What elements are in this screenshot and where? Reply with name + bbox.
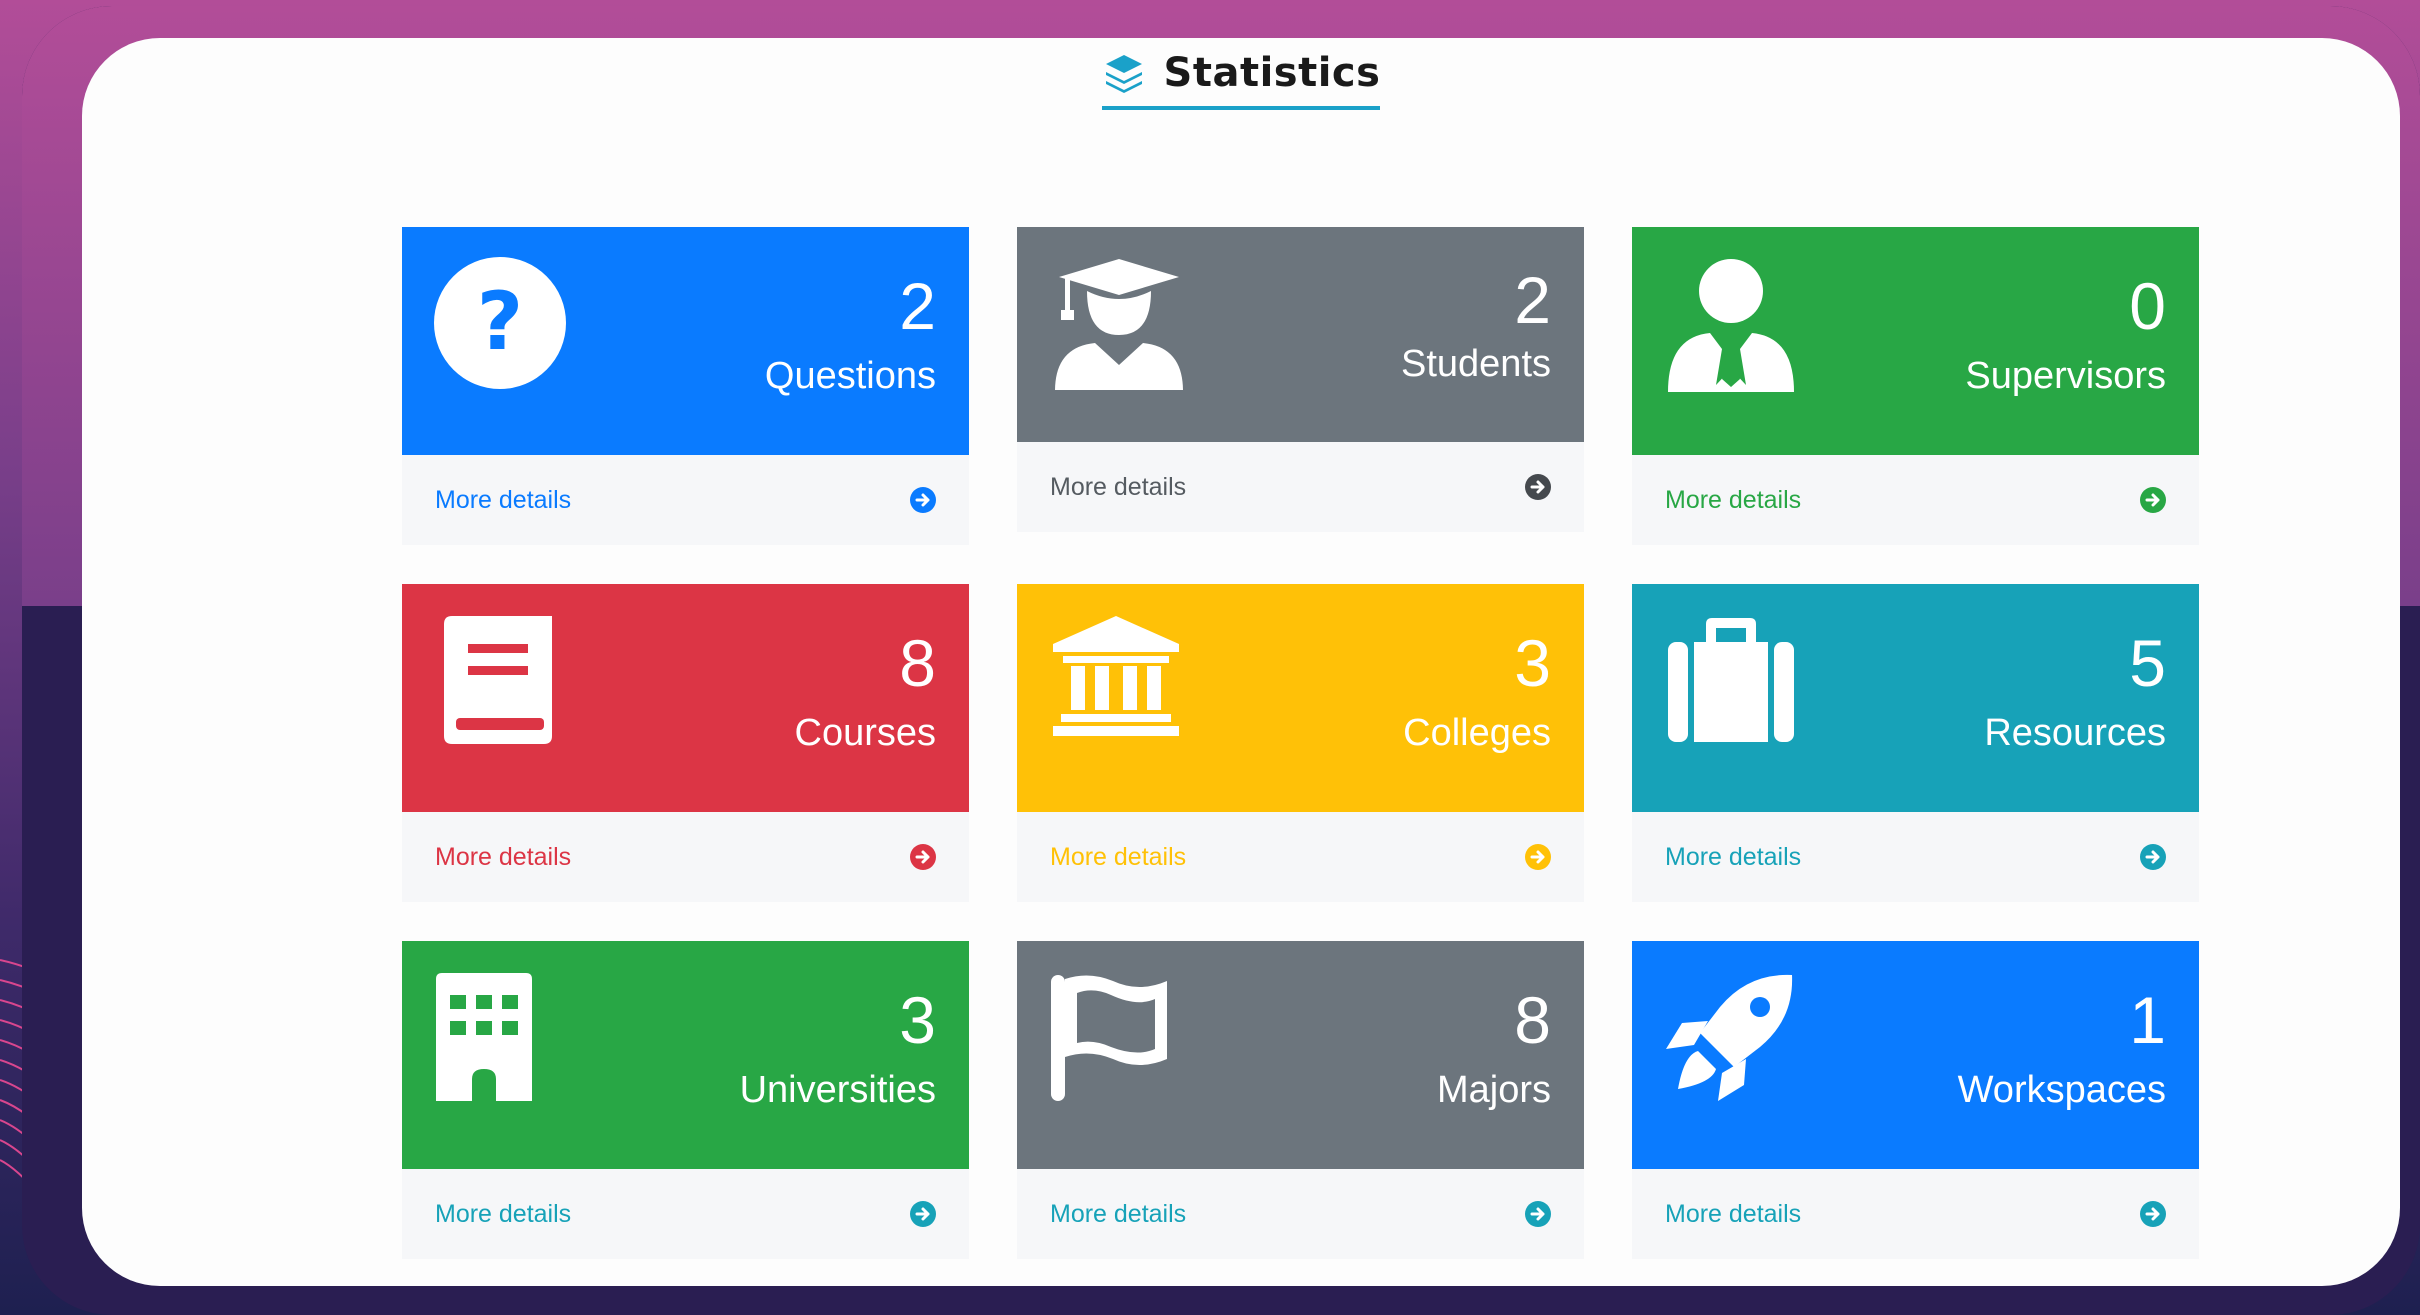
card-workspaces-label: Workspaces [1957, 1069, 2166, 1111]
more-details-link[interactable]: More details [1050, 843, 1186, 872]
card-universities-more-details[interactable]: More details [402, 1169, 969, 1259]
card-majors-count: 8 [1514, 983, 1551, 1057]
card-questions-more-details[interactable]: More details [402, 455, 969, 545]
card-students-label: Students [1401, 343, 1551, 385]
card-majors-label: Majors [1436, 1069, 1551, 1111]
graduate-icon [1055, 259, 1183, 390]
card-workspaces: 1 Workspaces More details [1632, 941, 2199, 1259]
card-majors-header: 8 Majors [1017, 941, 1584, 1169]
more-details-link[interactable]: More details [1050, 1200, 1186, 1229]
card-courses-label: Courses [794, 712, 937, 754]
card-courses-header: 8 Courses [402, 584, 969, 812]
more-details-link[interactable]: More details [1050, 473, 1186, 502]
book-icon [444, 616, 552, 744]
card-resources-label: Resources [1984, 712, 2166, 754]
card-colleges-count: 3 [1514, 626, 1551, 700]
arrow-circle-right-icon[interactable] [1525, 474, 1551, 500]
user-tie-icon [1668, 259, 1794, 392]
arrow-circle-right-icon[interactable] [2140, 844, 2166, 870]
page-title: Statistics [1163, 50, 1381, 96]
card-students-count: 2 [1514, 263, 1551, 337]
card-universities: 3 Universities More details [402, 941, 969, 1259]
card-questions-header: ? 2 Questions [402, 227, 969, 455]
card-universities-header: 3 Universities [402, 941, 969, 1169]
arrow-circle-right-icon[interactable] [2140, 487, 2166, 513]
question-circle-icon: ? [434, 257, 566, 389]
card-universities-label: Universities [739, 1069, 936, 1111]
card-resources-count: 5 [2129, 626, 2166, 700]
card-colleges-label: Colleges [1403, 712, 1551, 754]
more-details-link[interactable]: More details [1665, 1200, 1801, 1229]
card-supervisors-more-details[interactable]: More details [1632, 455, 2199, 545]
arrow-circle-right-icon[interactable] [910, 487, 936, 513]
card-questions: ? 2 Questions More details [402, 227, 969, 545]
header-title-group: Statistics [1101, 50, 1381, 110]
card-supervisors: 0 Supervisors More details [1632, 227, 2199, 545]
card-resources: 5 Resources More details [1632, 584, 2199, 902]
layers-icon [1105, 55, 1142, 93]
flag-icon [1051, 975, 1167, 1101]
arrow-circle-right-icon[interactable] [1525, 844, 1551, 870]
card-workspaces-more-details[interactable]: More details [1632, 1169, 2199, 1259]
card-colleges-more-details[interactable]: More details [1017, 812, 1584, 902]
university-icon [1053, 616, 1179, 736]
card-courses: 8 Courses More details [402, 584, 969, 902]
arrow-circle-right-icon[interactable] [910, 844, 936, 870]
card-questions-label: Questions [764, 355, 936, 397]
arrow-circle-right-icon[interactable] [910, 1201, 936, 1227]
screen: Statistics ? 2 Questions More details 2 … [82, 38, 2400, 1286]
card-supervisors-header: 0 Supervisors [1632, 227, 2199, 455]
card-workspaces-header: 1 Workspaces [1632, 941, 2199, 1169]
svg-text:?: ? [477, 275, 523, 368]
building-icon [436, 973, 532, 1101]
card-majors-more-details[interactable]: More details [1017, 1169, 1584, 1259]
card-majors: 8 Majors More details [1017, 941, 1584, 1259]
card-students-more-details[interactable]: More details [1017, 442, 1584, 532]
page-header: Statistics [82, 50, 2400, 110]
card-resources-header: 5 Resources [1632, 584, 2199, 812]
rocket-icon [1666, 974, 1793, 1101]
card-students: 2 Students More details [1017, 227, 1584, 532]
arrow-circle-right-icon[interactable] [2140, 1201, 2166, 1227]
card-workspaces-count: 1 [2129, 983, 2166, 1057]
suitcase-icon [1668, 618, 1794, 742]
arrow-circle-right-icon[interactable] [1525, 1201, 1551, 1227]
more-details-link[interactable]: More details [435, 486, 571, 515]
card-supervisors-label: Supervisors [1965, 355, 2166, 397]
card-courses-count: 8 [899, 626, 936, 700]
card-colleges: 3 Colleges More details [1017, 584, 1584, 902]
card-colleges-header: 3 Colleges [1017, 584, 1584, 812]
card-questions-count: 2 [899, 269, 936, 343]
card-universities-count: 3 [899, 983, 936, 1057]
card-courses-more-details[interactable]: More details [402, 812, 969, 902]
more-details-link[interactable]: More details [435, 1200, 571, 1229]
more-details-link[interactable]: More details [1665, 843, 1801, 872]
card-resources-more-details[interactable]: More details [1632, 812, 2199, 902]
more-details-link[interactable]: More details [1665, 486, 1801, 515]
card-supervisors-count: 0 [2129, 269, 2166, 343]
more-details-link[interactable]: More details [435, 843, 571, 872]
card-students-header: 2 Students [1017, 227, 1584, 442]
